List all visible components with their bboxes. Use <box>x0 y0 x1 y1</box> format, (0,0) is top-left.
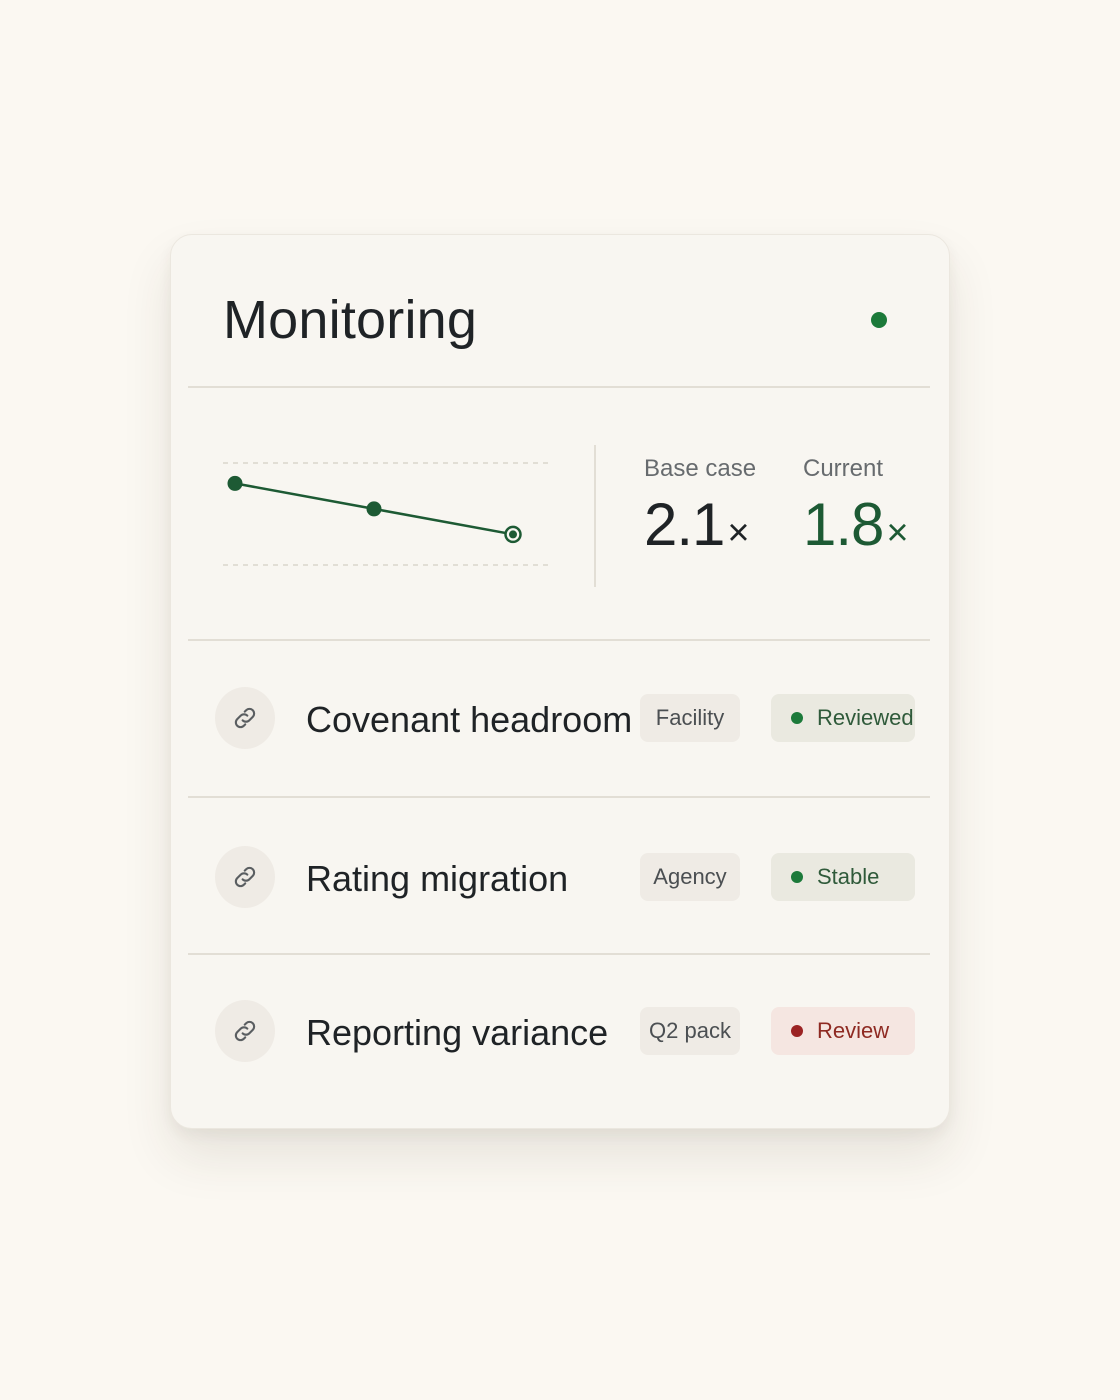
status-badge: Stable <box>771 853 915 901</box>
metric-current-unit: × <box>886 512 908 554</box>
trend-chart <box>211 435 571 585</box>
link-icon <box>215 1000 275 1062</box>
link-icon <box>215 846 275 908</box>
trend-chart-svg <box>223 462 551 566</box>
metric-current-label: Current <box>803 455 884 482</box>
status-badge-label: Review <box>817 1018 890 1043</box>
card-title: Monitoring <box>223 290 478 350</box>
metric-base-label: Base case <box>644 455 757 482</box>
status-dot <box>791 712 803 724</box>
row-tag: Facility <box>640 694 740 742</box>
link-icon <box>215 687 275 749</box>
metric-current-value: 1.8 <box>803 491 884 558</box>
data-point <box>366 501 382 517</box>
metric-base-case: Base case 2.1× <box>644 457 756 555</box>
chart-metric-separator <box>594 445 596 587</box>
status-badge-label: Reviewed <box>817 705 914 730</box>
data-point <box>227 475 243 491</box>
card-header: Monitoring <box>171 235 949 387</box>
list-item[interactable]: Covenant headroom Facility Reviewed <box>188 640 930 796</box>
status-badge: Reviewed <box>771 694 915 742</box>
row-label: Rating migration <box>306 858 569 899</box>
metric-base-value-wrap: 2.1× <box>644 495 756 555</box>
status-dot <box>791 1025 803 1037</box>
status-dot <box>791 871 803 883</box>
metric-current-value-wrap: 1.8× <box>803 495 909 555</box>
metric-base-value: 2.1 <box>644 491 725 558</box>
monitoring-card: Monitoring Base case 2.1× Current 1.8× C… <box>170 234 950 1129</box>
status-badge-label: Stable <box>817 864 880 889</box>
data-point <box>509 530 517 539</box>
row-label: Covenant headroom <box>306 699 633 740</box>
metric-current: Current 1.8× <box>803 455 909 555</box>
list-item[interactable]: Reporting variance Q2 pack Review <box>188 954 930 1110</box>
metric-base-unit: × <box>727 512 749 554</box>
list-item[interactable]: Rating migration Agency Stable <box>188 797 930 953</box>
row-tag: Q2 pack <box>640 1007 740 1055</box>
header-divider <box>188 386 930 388</box>
row-tag: Agency <box>640 853 740 901</box>
status-indicator-dot <box>871 312 887 328</box>
row-label: Reporting variance <box>306 1012 609 1053</box>
status-badge: Review <box>771 1007 915 1055</box>
